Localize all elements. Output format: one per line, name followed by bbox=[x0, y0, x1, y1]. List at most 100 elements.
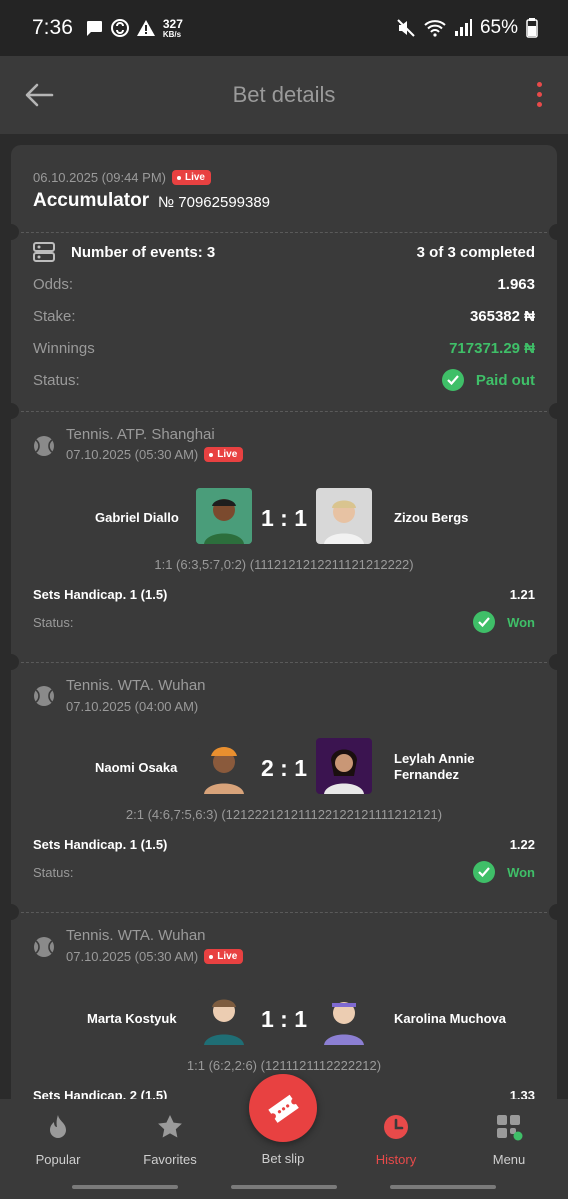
player-2-avatar bbox=[316, 488, 372, 544]
market-row: Sets Handicap. 1 (1.5) 1.22 bbox=[33, 833, 535, 855]
live-badge: Live bbox=[204, 949, 244, 964]
status-value: Won bbox=[507, 864, 535, 880]
signal-icon bbox=[454, 19, 472, 36]
event-datetime-line: 07.10.2025 (04:00 AM) bbox=[66, 699, 198, 714]
event-datetime: 07.10.2025 (05:30 AM) bbox=[66, 447, 199, 462]
page-title: Bet details bbox=[232, 82, 336, 107]
battery-icon bbox=[526, 18, 538, 38]
nav-popular-label: Popular bbox=[35, 1152, 81, 1167]
divider bbox=[11, 232, 557, 233]
score-detail: 2:1 (4:6,7:5,6:3) (121222121211122122121… bbox=[125, 807, 443, 822]
check-icon bbox=[441, 369, 464, 391]
winnings-label: Winnings bbox=[33, 339, 95, 357]
status-label: Status: bbox=[33, 371, 80, 389]
stake-row: Stake: 365382 ₦ bbox=[33, 305, 535, 327]
nav-menu-label: Menu bbox=[492, 1152, 526, 1167]
bet-datetime: 06.10.2025 (09:44 PM) bbox=[33, 170, 166, 185]
status-label: Status: bbox=[33, 864, 74, 880]
bet-datetime-line: 06.10.2025 (09:44 PM) Live bbox=[33, 170, 211, 185]
app-bar: Bet details bbox=[0, 56, 568, 134]
event-datetime: 07.10.2025 (05:30 AM) bbox=[66, 949, 199, 964]
player-1-name: Gabriel Diallo bbox=[95, 510, 179, 525]
winnings-value: 717371.29 ₦ bbox=[449, 339, 535, 357]
player-2-name: Karolina Muchova bbox=[394, 1011, 506, 1026]
nav-popular[interactable]: Popular bbox=[8, 1113, 108, 1167]
event-score: 1 : 1 bbox=[260, 1006, 308, 1032]
tennis-ball-icon bbox=[34, 937, 54, 957]
system-nav-indicator bbox=[72, 1185, 178, 1189]
speed-value: 327 bbox=[162, 16, 183, 31]
nav-history-label: History bbox=[375, 1152, 417, 1167]
player-2-avatar bbox=[316, 738, 372, 794]
odds-row: Odds: 1.963 bbox=[33, 273, 535, 295]
message-icon bbox=[86, 20, 102, 36]
status-label: Status: bbox=[33, 614, 74, 630]
warning-icon bbox=[136, 20, 155, 36]
bet-type: Accumulator bbox=[33, 190, 150, 211]
odds-value: 1.963 bbox=[497, 275, 535, 293]
score-detail: 1:1 (6:3,5:7,0:2) (111212121221112121222… bbox=[154, 557, 414, 572]
tennis-ball-icon bbox=[34, 686, 54, 706]
speed-unit: KB/s bbox=[162, 29, 182, 39]
check-icon bbox=[473, 611, 496, 633]
sync-app-icon bbox=[110, 19, 129, 37]
nav-menu[interactable]: Menu bbox=[459, 1113, 559, 1167]
system-nav-indicator bbox=[390, 1185, 496, 1189]
score-detail: 1:1 (6:2,2:6) (1211121112222212) bbox=[186, 1058, 382, 1073]
winnings-row: Winnings 717371.29 ₦ bbox=[33, 337, 535, 359]
clock: 7:36 bbox=[32, 16, 73, 39]
events-count-row: Number of events: 3 3 of 3 completed bbox=[33, 241, 535, 263]
network-speed: 327 KB/s bbox=[163, 18, 183, 39]
tennis-ball-icon bbox=[34, 436, 54, 456]
player-1-name: Marta Kostyuk bbox=[87, 1011, 177, 1026]
grid-menu-icon bbox=[497, 1115, 523, 1141]
market-odds: 1.21 bbox=[509, 586, 535, 602]
system-nav-indicator bbox=[231, 1185, 337, 1189]
event-league: Tennis. WTA. Wuhan bbox=[66, 677, 206, 694]
flame-icon bbox=[50, 1115, 66, 1138]
event-league: Tennis. WTA. Wuhan bbox=[66, 927, 206, 944]
battery-percent: 65% bbox=[479, 17, 518, 38]
market-name: Sets Handicap. 1 (1.5) bbox=[33, 836, 168, 852]
event-score: 2 : 1 bbox=[260, 755, 308, 781]
bet-details-card: 06.10.2025 (09:44 PM) Live Accumulator №… bbox=[11, 145, 557, 1145]
event-status-row: Status: Won bbox=[33, 610, 535, 634]
event-datetime-line: 07.10.2025 (05:30 AM) Live bbox=[66, 949, 244, 964]
player-1-avatar bbox=[196, 989, 252, 1045]
events-completed: 3 of 3 completed bbox=[416, 243, 535, 261]
live-badge: Live bbox=[204, 447, 244, 462]
wifi-icon bbox=[424, 20, 446, 37]
mute-icon bbox=[397, 19, 415, 37]
player-1-avatar bbox=[196, 488, 252, 544]
check-icon bbox=[473, 861, 496, 883]
player-1-name: Naomi Osaka bbox=[95, 760, 178, 775]
event-datetime: 07.10.2025 (04:00 AM) bbox=[66, 699, 199, 714]
event-status-row: Status: Won bbox=[33, 860, 535, 884]
event-datetime-line: 07.10.2025 (05:30 AM) Live bbox=[66, 447, 244, 462]
bet-slip-button[interactable] bbox=[249, 1074, 317, 1142]
market-row: Sets Handicap. 1 (1.5) 1.21 bbox=[33, 583, 535, 605]
ticket-icon bbox=[268, 1094, 299, 1123]
clock-icon bbox=[384, 1115, 408, 1139]
status-value: Paid out bbox=[475, 371, 535, 389]
nav-history[interactable]: History bbox=[346, 1113, 446, 1167]
market-name: Sets Handicap. 1 (1.5) bbox=[33, 586, 168, 602]
event-league: Tennis. ATP. Shanghai bbox=[66, 426, 215, 443]
player-1-avatar bbox=[196, 738, 252, 794]
player-2-name: Zizou Bergs bbox=[394, 510, 469, 525]
bet-slip-label: Bet slip bbox=[261, 1151, 305, 1166]
odds-label: Odds: bbox=[33, 275, 74, 293]
status-bar: 7:36 327 KB/s 65% bbox=[0, 0, 568, 56]
stake-label: Stake: bbox=[33, 307, 76, 325]
nav-favorites-label: Favorites bbox=[143, 1152, 197, 1167]
event-score: 1 : 1 bbox=[260, 505, 308, 531]
bet-number: № 70962599389 bbox=[158, 194, 271, 211]
star-icon bbox=[158, 1115, 182, 1138]
nav-favorites[interactable]: Favorites bbox=[120, 1113, 220, 1167]
back-arrow-icon[interactable] bbox=[22, 78, 56, 112]
events-count-label: Number of events: 3 bbox=[71, 243, 216, 261]
more-options-icon[interactable] bbox=[537, 82, 542, 107]
player-2-avatar bbox=[316, 989, 372, 1045]
bet-status-row: Status: Paid out bbox=[33, 368, 535, 392]
market-odds: 1.22 bbox=[509, 836, 535, 852]
